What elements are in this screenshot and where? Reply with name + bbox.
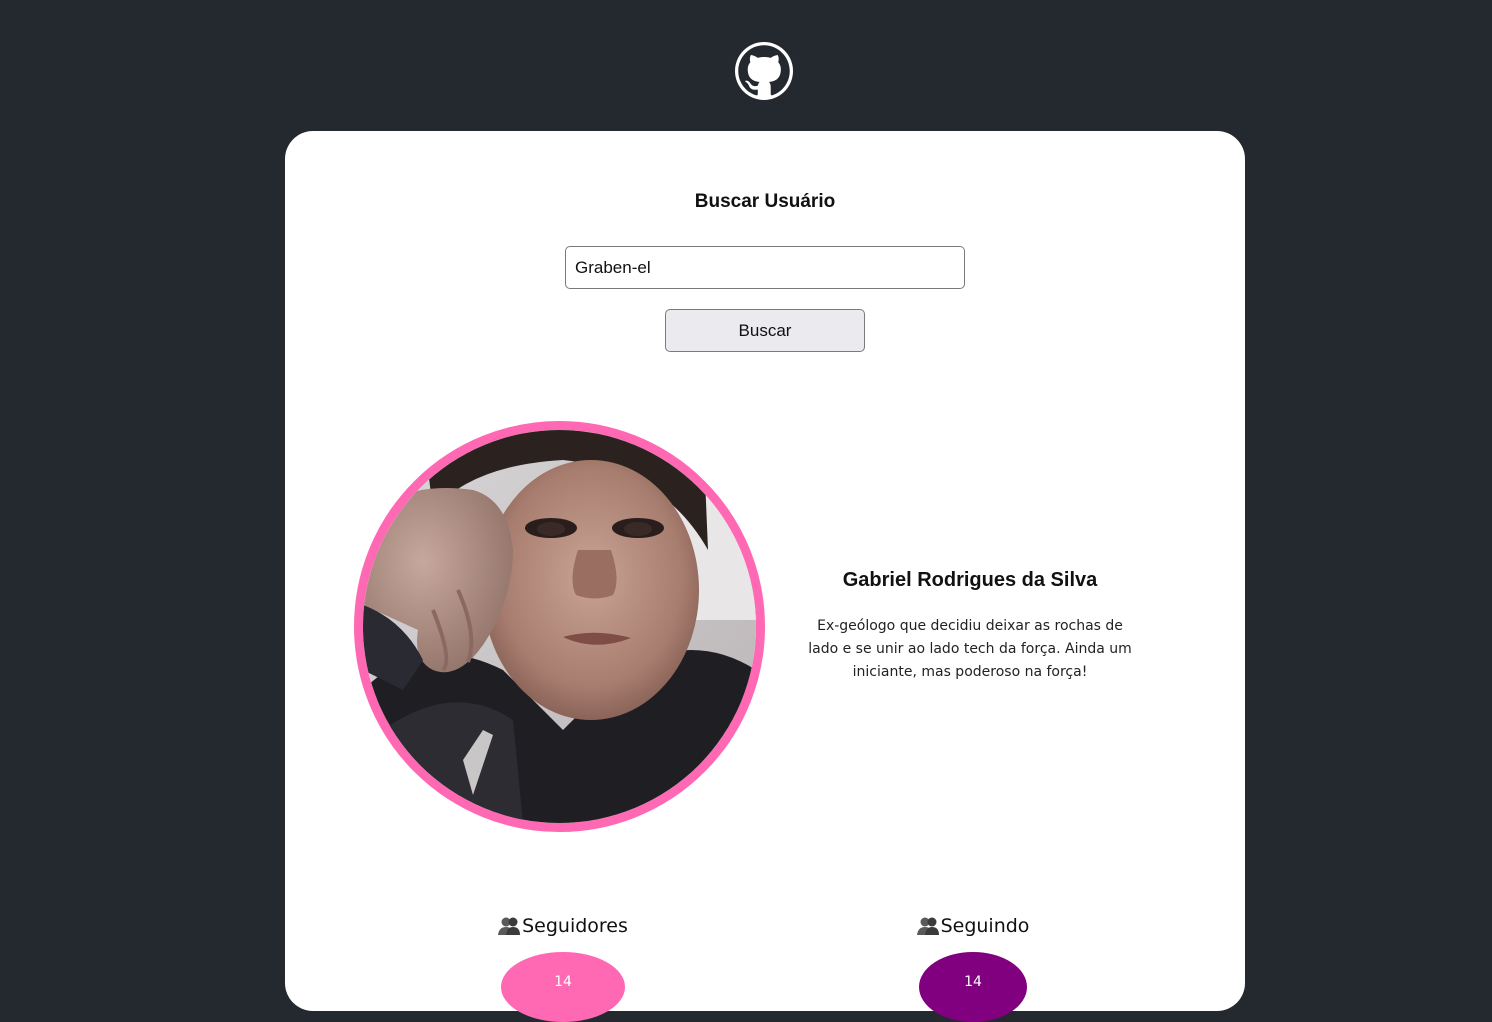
- profile-name: Gabriel Rodrigues da Silva: [842, 569, 1098, 591]
- github-logo-icon: [735, 42, 793, 100]
- followers-stat: Seguidores 14: [498, 911, 628, 1022]
- search-button[interactable]: Buscar: [665, 309, 865, 352]
- followers-label: Seguidores: [522, 915, 628, 937]
- following-stat: Seguindo 14: [916, 911, 1030, 1022]
- followers-count-badge: 14: [501, 952, 625, 1022]
- username-search-input[interactable]: [565, 246, 965, 289]
- following-label: Seguindo: [940, 915, 1030, 937]
- search-title: Buscar Usuário: [694, 191, 836, 212]
- profile-avatar: [354, 421, 765, 832]
- following-count: 14: [964, 974, 982, 990]
- followers-count: 14: [554, 974, 572, 990]
- following-count-badge: 14: [919, 952, 1027, 1022]
- people-icon: [498, 916, 521, 936]
- profile-bio: Ex-geólogo que decidiu deixar as rochas …: [808, 618, 1132, 680]
- search-card: Buscar Usuário Buscar: [285, 131, 1245, 1022]
- people-icon: [916, 916, 939, 936]
